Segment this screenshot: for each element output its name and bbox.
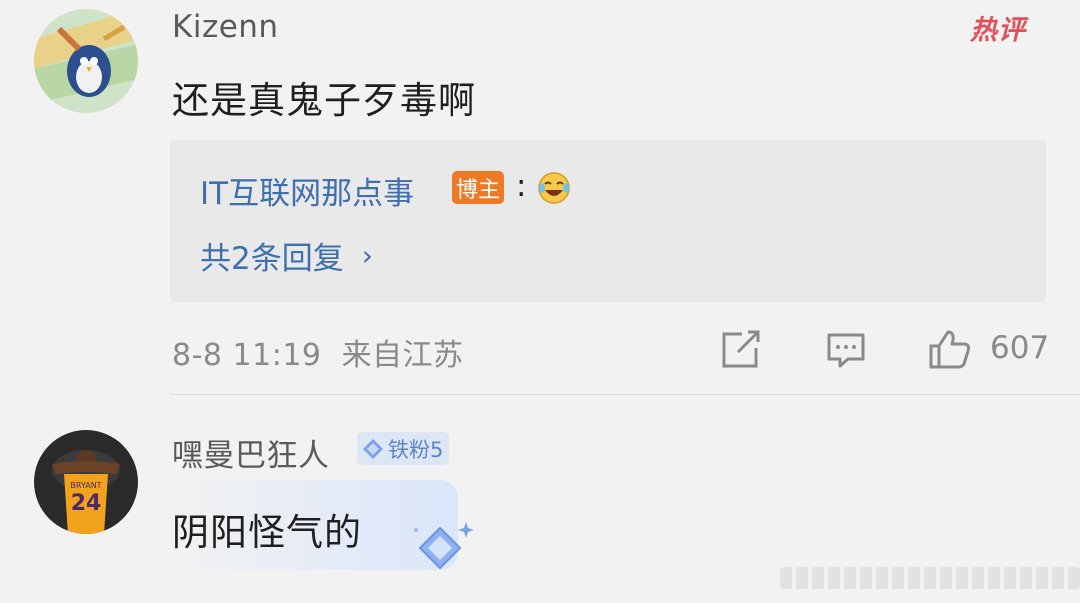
svg-text:BRYANT: BRYANT: [70, 481, 101, 490]
fan-level-label: 铁粉5: [388, 437, 444, 462]
diamond-sparkle-icon: [414, 522, 474, 570]
comment-meta: 8-8 11:19 来自江苏: [172, 338, 464, 373]
comment-icon[interactable]: [826, 332, 866, 370]
username-heiman[interactable]: 嘿曼巴狂人: [172, 430, 330, 475]
avatar-heiman[interactable]: 24 BRYANT: [34, 430, 138, 534]
watermark-strip: [780, 567, 1080, 589]
view-replies-link[interactable]: 共2条回复 ›: [200, 233, 373, 278]
share-icon[interactable]: [720, 330, 762, 370]
reply-preview-box[interactable]: IT互联网那点事 博主 : 共2条回复 ›: [170, 140, 1046, 302]
blogger-badge: 博主: [452, 171, 504, 204]
avatar-kizenn[interactable]: [34, 9, 138, 113]
laughing-crying-emoji-icon: [538, 172, 570, 204]
like-count: 607: [990, 330, 1050, 366]
hot-comment-badge: 热评: [970, 15, 1026, 46]
username-kizenn[interactable]: Kizenn: [172, 9, 279, 45]
reply-author-link[interactable]: IT互联网那点事: [200, 168, 414, 213]
svg-text:24: 24: [71, 491, 102, 516]
comment-divider: [170, 394, 1080, 395]
fan-level-badge: 铁粉5: [357, 432, 449, 465]
comment-text: 还是真鬼子歹毒啊: [172, 79, 476, 122]
diamond-icon: [363, 438, 383, 459]
reply-colon: :: [516, 168, 527, 204]
comment-text: 阴阳怪气的: [172, 511, 362, 554]
chevron-right-icon: ›: [361, 239, 373, 272]
view-replies-label: 共2条回复: [200, 241, 344, 277]
thumbs-up-icon[interactable]: [928, 328, 972, 370]
